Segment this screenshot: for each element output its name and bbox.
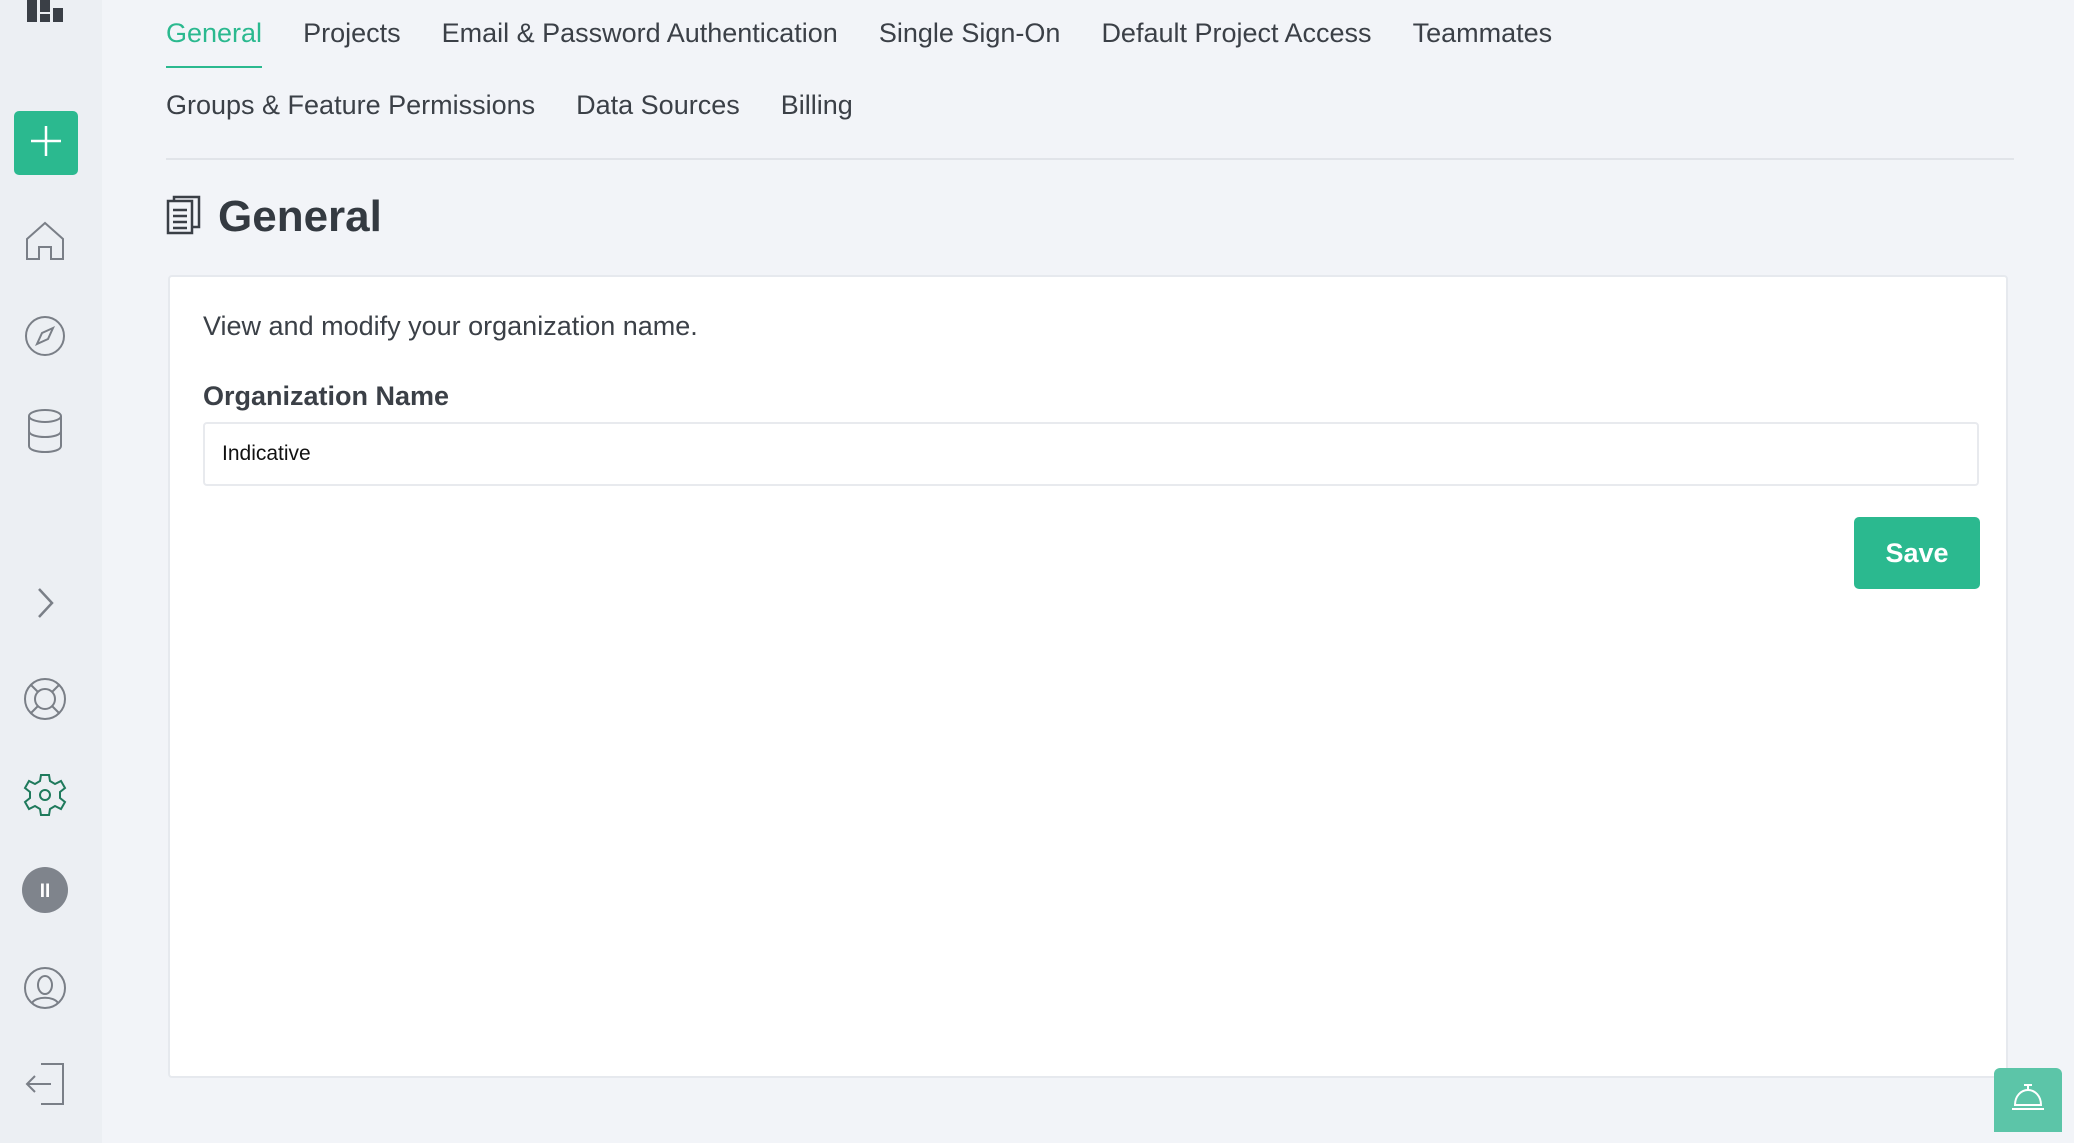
tabs-divider [166, 158, 2014, 160]
tab-single-sign-on[interactable]: Single Sign-On [879, 16, 1061, 50]
document-icon [166, 195, 202, 240]
tab-default-project-access[interactable]: Default Project Access [1101, 16, 1371, 50]
tab-projects[interactable]: Projects [303, 16, 401, 50]
avatar[interactable]: II [19, 864, 71, 916]
sidebar: II [0, 0, 102, 1143]
gear-icon [22, 772, 68, 818]
nav-data[interactable] [19, 405, 71, 457]
tabs-row-2: Groups & Feature Permissions Data Source… [166, 88, 894, 122]
tab-groups-feature-permissions[interactable]: Groups & Feature Permissions [166, 88, 535, 122]
user-circle-icon [23, 966, 67, 1010]
bell-icon [2010, 1083, 2046, 1118]
indicative-logo[interactable] [27, 0, 65, 22]
card-description: View and modify your organization name. [203, 311, 698, 341]
org-name-input[interactable] [203, 422, 1979, 486]
tab-email-password-auth[interactable]: Email & Password Authentication [442, 16, 838, 50]
logout-icon [23, 1061, 67, 1107]
nav-explore[interactable] [19, 310, 71, 362]
lifebuoy-icon [22, 676, 68, 722]
tab-data-sources[interactable]: Data Sources [576, 88, 740, 122]
nav-settings[interactable] [19, 769, 71, 821]
compass-icon [23, 314, 67, 358]
chevron-right-icon [33, 585, 57, 621]
page-title: General [218, 192, 382, 241]
tab-teammates[interactable]: Teammates [1413, 16, 1553, 50]
logout-button[interactable] [19, 1058, 71, 1110]
tab-general[interactable]: General [166, 16, 263, 68]
org-name-label: Organization Name [203, 381, 450, 411]
expand-sidebar-button[interactable] [19, 577, 71, 629]
plus-icon [29, 124, 63, 163]
tab-billing[interactable]: Billing [781, 88, 853, 122]
home-icon [23, 219, 67, 263]
nav-help[interactable] [19, 673, 71, 725]
general-settings-card: View and modify your organization name. … [168, 275, 2008, 1078]
avatar-initials: II [40, 881, 51, 902]
add-button[interactable] [14, 111, 78, 175]
nav-home[interactable] [19, 215, 71, 267]
nav-profile[interactable] [19, 962, 71, 1014]
save-button[interactable]: Save [1854, 517, 1980, 589]
support-button[interactable] [1994, 1068, 2062, 1132]
page-header: General [166, 192, 382, 242]
database-icon [25, 408, 65, 454]
tabs-row-1: General Projects Email & Password Authen… [166, 16, 1593, 68]
